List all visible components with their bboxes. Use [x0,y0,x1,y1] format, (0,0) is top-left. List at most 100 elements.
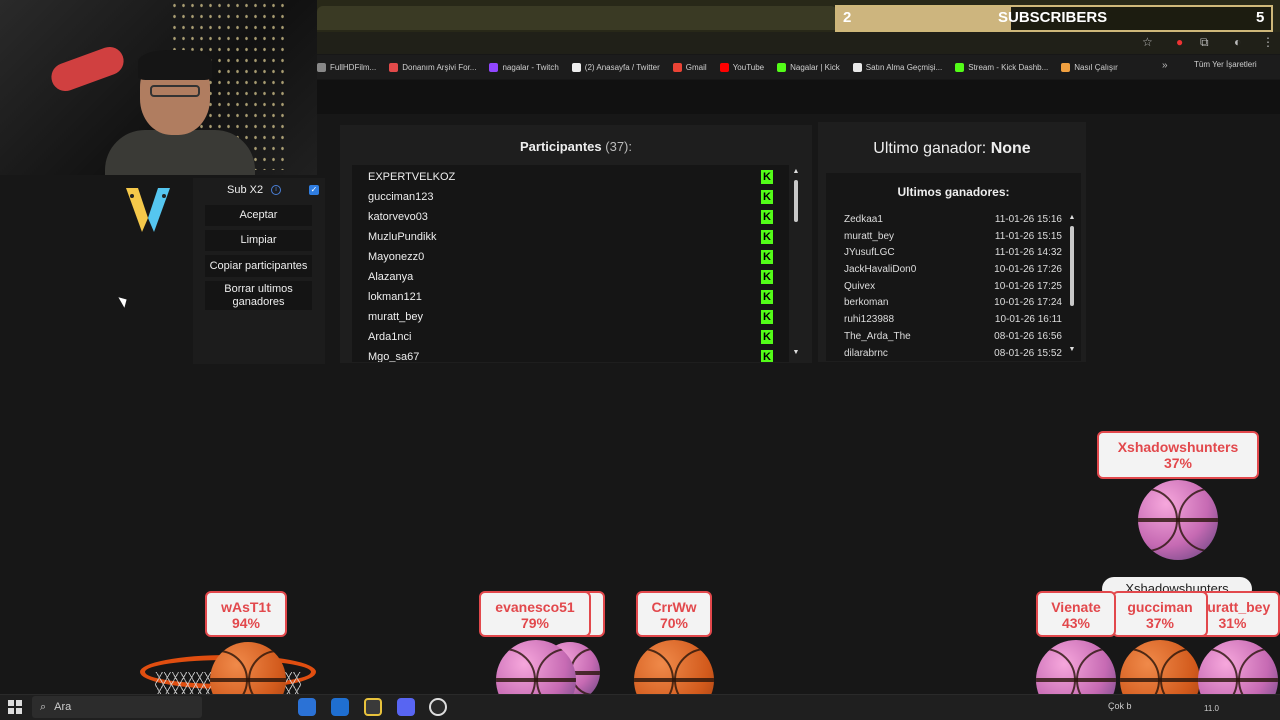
winner-name: dilarabrnc [844,347,888,357]
winner-row: dilarabrnc 08-01-26 15:52 [844,348,1062,357]
star-icon[interactable]: ☆ [1142,35,1153,49]
bookmark-favicon-icon [719,62,729,72]
profile-icon[interactable]: ◐ [1234,35,1241,49]
winner-date: 08-01-26 16:56 [994,330,1062,342]
store-app-icon[interactable] [298,698,316,716]
participants-list[interactable]: EXPERTVELKOZ Kgucciman123 Kkatorvevo03 K Muz… [352,165,789,362]
kick-icon: K [761,210,773,224]
bookmark-item[interactable]: (2) Anasayfa / Twitter [571,62,660,72]
participant-name: Arda1nci [368,331,412,343]
subscriber-goal: 5 [1256,9,1265,26]
kick-icon: K [761,330,773,344]
delete-winners-button[interactable]: Borrar ultimos ganadores [205,281,312,310]
clear-button[interactable]: Limpiar [205,230,312,251]
bookmark-item[interactable]: YouTube [719,62,764,72]
page-header-band [317,80,1280,114]
participant-row[interactable]: Alazanya K [352,267,789,287]
winner-date: 11-01-26 14:32 [994,247,1062,259]
winner-row: Zedkaa1 11-01-26 15:16 [844,214,1062,231]
v-logo [122,184,174,234]
winner-row: The_Arda_The 08-01-26 16:56 [844,331,1062,348]
copy-participants-button[interactable]: Copiar participantes [205,255,312,277]
accept-button[interactable]: Aceptar [205,205,312,226]
winner-date: 10-01-26 16:11 [994,314,1062,326]
winner-date: 10-01-26 17:25 [994,280,1062,292]
participant-name: lokman121 [368,291,422,303]
tray-weather: Çok b [1108,701,1132,711]
all-bookmarks-link[interactable]: Tüm Yer İşaretleri [1194,60,1257,69]
participant-row[interactable]: Mgo_sa67 K [352,347,789,362]
taskbar-clock: 11.0 [1204,704,1219,713]
outlook-app-icon[interactable] [331,698,349,716]
participant-name: EXPERTVELKOZ [368,171,456,183]
participant-row[interactable]: muratt_bey K [352,307,789,327]
info-icon[interactable]: i [271,185,281,195]
windows-start-icon[interactable] [8,700,22,714]
winners-scrollbar[interactable]: ▲ ▼ [1067,214,1077,356]
winner-name: The_Arda_The [844,330,911,342]
chrome-app-icon[interactable] [364,698,382,716]
participant-row[interactable]: katorvevo03 K [352,207,789,227]
winner-row: JYusufLGC 11-01-26 14:32 [844,247,1062,264]
bookmark-label: Donanım Arşivi For... [402,62,477,72]
bookmark-label: (2) Anasayfa / Twitter [584,62,660,72]
kick-icon: K [761,310,773,324]
obs-app-icon[interactable] [429,698,447,716]
player-label: Vienate 43% [1036,591,1116,637]
winner-row: JackHavaliDon0 10-01-26 17:26 [844,264,1062,281]
bookmark-item[interactable]: nagalar - Twitch [489,62,559,72]
kick-icon: K [761,230,773,244]
streamer-glasses [150,85,200,97]
bookmark-item[interactable]: Donanım Arşivi For... [389,62,477,72]
bookmark-label: FullHDFilm... [330,62,377,72]
bookmark-item[interactable]: Nasıl Çalışır [1061,62,1118,72]
bookmark-label: nagalar - Twitch [502,62,559,72]
winner-row: ruhi123988 10-01-26 16:11 [844,314,1062,331]
bookmark-favicon-icon [852,62,862,72]
bookmark-favicon-icon [389,62,399,72]
player-label: gucciman 37% [1112,591,1208,637]
bookmark-favicon-icon [1061,62,1071,72]
participant-row[interactable]: Arda1nci K [352,327,789,347]
winner-name: muratt_bey [844,230,895,242]
winner-name: berkoman [844,297,889,309]
extension-icon[interactable]: ● [1176,35,1183,49]
winner-name: ruhi123988 [844,314,895,326]
menu-icon[interactable]: ⋮ [1262,35,1274,49]
bookmark-item[interactable]: FullHDFilm... [317,62,377,72]
taskbar-search[interactable]: ⌕ Ara [32,696,202,718]
browser-tab-strip[interactable] [317,6,837,30]
participants-scrollbar[interactable]: ▲ ▼ [791,168,801,358]
sub-x2-checkbox[interactable]: ✓ [309,185,319,195]
winner-date: 11-01-26 15:15 [994,230,1062,242]
participant-row[interactable]: EXPERTVELKOZ K [352,167,789,187]
winner-name: Zedkaa1 [844,214,883,225]
streamer-hair [138,50,212,80]
participant-row[interactable]: Mayonezz0 K [352,247,789,267]
kick-icon: K [761,250,773,264]
winners-list[interactable]: Zedkaa1 11-01-26 15:16 muratt_bey 11-01-26 … [844,214,1062,356]
winner-date: 10-01-26 17:24 [994,297,1062,309]
search-icon: ⌕ [40,700,47,713]
kick-icon: K [761,290,773,304]
winner-date: 10-01-26 17:26 [994,264,1062,276]
bookmark-favicon-icon [777,62,787,72]
search-placeholder: Ara [54,701,72,713]
participant-row[interactable]: gucciman123 K [352,187,789,207]
discord-app-icon[interactable] [397,698,415,716]
bookmark-item[interactable]: Satın Alma Geçmişi... [852,62,943,72]
bookmark-item[interactable]: Nagalar | Kick [777,62,840,72]
winner-row: muratt_bey 11-01-26 15:15 [844,231,1062,248]
puzzle-icon[interactable]: ⧉ [1200,35,1209,50]
bookmark-item[interactable]: Gmail [672,62,707,72]
bookmark-favicon-icon [955,62,965,72]
bookmark-label: Satın Alma Geçmişi... [865,62,943,72]
bookmark-item[interactable]: Stream - Kick Dashb... [955,62,1049,72]
participant-name: Mgo_sa67 [368,351,420,362]
participant-row[interactable]: lokman121 K [352,287,789,307]
winner-row: berkoman 10-01-26 17:24 [844,297,1062,314]
bookmarks-more-button[interactable]: » [1162,60,1168,71]
bookmark-label: Nasıl Çalışır [1074,62,1118,72]
bookmark-label: Stream - Kick Dashb... [968,62,1049,72]
participant-row[interactable]: MuzluPundikk K [352,227,789,247]
